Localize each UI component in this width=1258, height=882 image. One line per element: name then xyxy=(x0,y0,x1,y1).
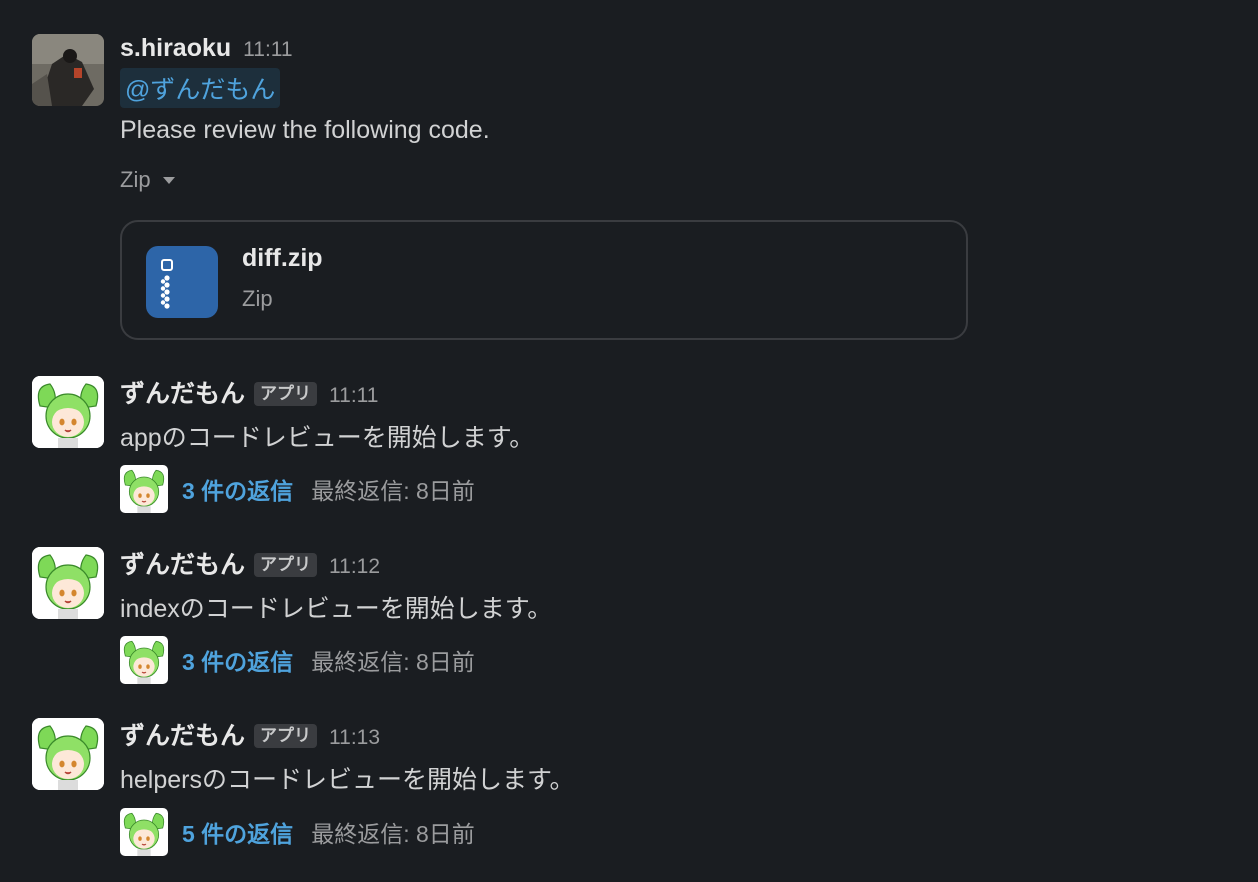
reply-count-link[interactable]: 3 件の返信 xyxy=(182,643,293,677)
bot-avatar[interactable] xyxy=(32,547,104,619)
file-attachment[interactable]: diff.zip Zip xyxy=(120,220,968,340)
user-mention[interactable]: @ずんだもん xyxy=(120,68,281,108)
file-name[interactable]: diff.zip xyxy=(242,244,323,273)
last-reply-time: 最終返信: 8日前 xyxy=(311,478,475,504)
bot-avatar[interactable] xyxy=(32,718,104,790)
message-text: helpersのコードレビューを開始します。 xyxy=(120,766,575,794)
caret-down-icon xyxy=(162,176,175,184)
app-badge: アプリ xyxy=(254,553,318,577)
file-collapse-toggle[interactable]: Zip xyxy=(120,167,490,193)
app-badge: アプリ xyxy=(254,382,318,406)
author-name[interactable]: ずんだもん xyxy=(120,545,245,581)
message-timestamp[interactable]: 11:11 xyxy=(243,38,292,62)
message-text: appのコードレビューを開始します。 xyxy=(120,424,535,452)
bot-avatar[interactable] xyxy=(32,376,104,448)
message-timestamp[interactable]: 11:13 xyxy=(329,726,380,750)
last-reply-time: 最終返信: 8日前 xyxy=(311,821,475,847)
message-timestamp[interactable]: 11:12 xyxy=(329,555,380,579)
file-toggle-label: Zip xyxy=(120,167,151,192)
file-type: Zip xyxy=(242,286,273,311)
author-name[interactable]: s.hiraoku xyxy=(120,34,231,63)
message-timestamp[interactable]: 11:11 xyxy=(329,384,378,408)
thread-reply-avatar xyxy=(120,808,168,856)
author-name[interactable]: ずんだもん xyxy=(120,374,245,410)
message-text: indexのコードレビューを開始します。 xyxy=(120,595,553,623)
thread-reply-avatar xyxy=(120,465,168,513)
app-badge: アプリ xyxy=(254,724,318,748)
thread-reply-avatar xyxy=(120,636,168,684)
author-name[interactable]: ずんだもん xyxy=(120,716,245,752)
reply-count-link[interactable]: 5 件の返信 xyxy=(182,815,293,849)
zip-file-icon xyxy=(146,246,218,318)
last-reply-time: 最終返信: 8日前 xyxy=(311,649,475,675)
thread-replies[interactable]: 5 件の返信 最終返信: 8日前 xyxy=(120,808,475,856)
reply-count-link[interactable]: 3 件の返信 xyxy=(182,472,293,506)
message-text: Please review the following code. xyxy=(120,116,490,144)
thread-replies[interactable]: 3 件の返信 最終返信: 8日前 xyxy=(120,636,475,684)
user-avatar[interactable] xyxy=(32,34,104,106)
thread-replies[interactable]: 3 件の返信 最終返信: 8日前 xyxy=(120,465,475,513)
